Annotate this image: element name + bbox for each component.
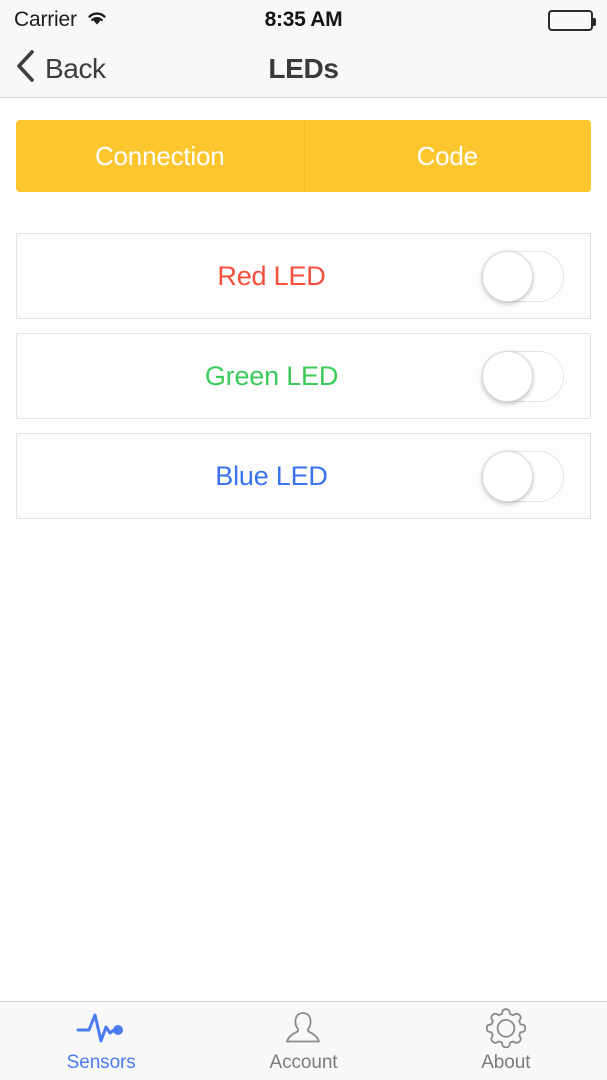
battery-full-icon — [548, 9, 596, 31]
red-led-toggle[interactable] — [482, 250, 564, 302]
pulse-wave-icon — [76, 1009, 126, 1047]
nav-bar: Back LEDs — [0, 40, 607, 98]
back-button-label: Back — [45, 52, 106, 84]
tab-code[interactable]: Code — [303, 120, 591, 192]
green-led-toggle[interactable] — [482, 350, 564, 402]
blue-led-toggle[interactable] — [482, 450, 564, 502]
tab-sensors-label: Sensors — [66, 1051, 136, 1073]
tab-code-label: Code — [416, 140, 479, 171]
status-bar-left: Carrier — [14, 8, 108, 32]
tab-account-label: Account — [269, 1051, 338, 1073]
blue-led-toggle-knob — [482, 450, 533, 502]
chevron-left-icon — [14, 49, 36, 88]
red-led-toggle-knob — [482, 250, 533, 302]
wifi-icon — [86, 10, 108, 31]
led-label-red: Red LED — [217, 260, 326, 291]
app-screen: Carrier 8:35 AM Back LEDs Connection Cod… — [0, 0, 607, 1080]
led-label-blue: Blue LED — [215, 460, 328, 491]
tab-bar: Sensors Account About — [0, 1001, 607, 1080]
led-row-red: Red LED — [16, 233, 591, 319]
tab-about-label: About — [481, 1051, 531, 1073]
segmented-control: Connection Code — [16, 120, 591, 192]
person-icon — [283, 1009, 323, 1047]
led-row-green: Green LED — [16, 333, 591, 419]
main-content: Connection Code Red LED Green LED Blue L — [0, 98, 607, 1001]
led-row-blue: Blue LED — [16, 433, 591, 519]
green-led-toggle-knob — [482, 350, 533, 402]
status-bar-right — [548, 9, 596, 31]
tab-account[interactable]: Account — [202, 1002, 404, 1080]
led-list: Red LED Green LED Blue LED — [16, 233, 591, 519]
carrier-label: Carrier — [14, 8, 77, 31]
led-label-green: Green LED — [204, 360, 339, 391]
clock-label: 8:35 AM — [264, 8, 343, 31]
tab-connection-label: Connection — [94, 140, 225, 171]
tab-connection[interactable]: Connection — [16, 120, 304, 192]
battery-cap — [593, 17, 596, 26]
status-bar: Carrier 8:35 AM — [0, 0, 607, 40]
gear-icon — [485, 1007, 526, 1048]
tab-sensors[interactable]: Sensors — [0, 1002, 202, 1080]
tab-about[interactable]: About — [405, 1002, 607, 1080]
back-button[interactable]: Back — [14, 49, 106, 88]
